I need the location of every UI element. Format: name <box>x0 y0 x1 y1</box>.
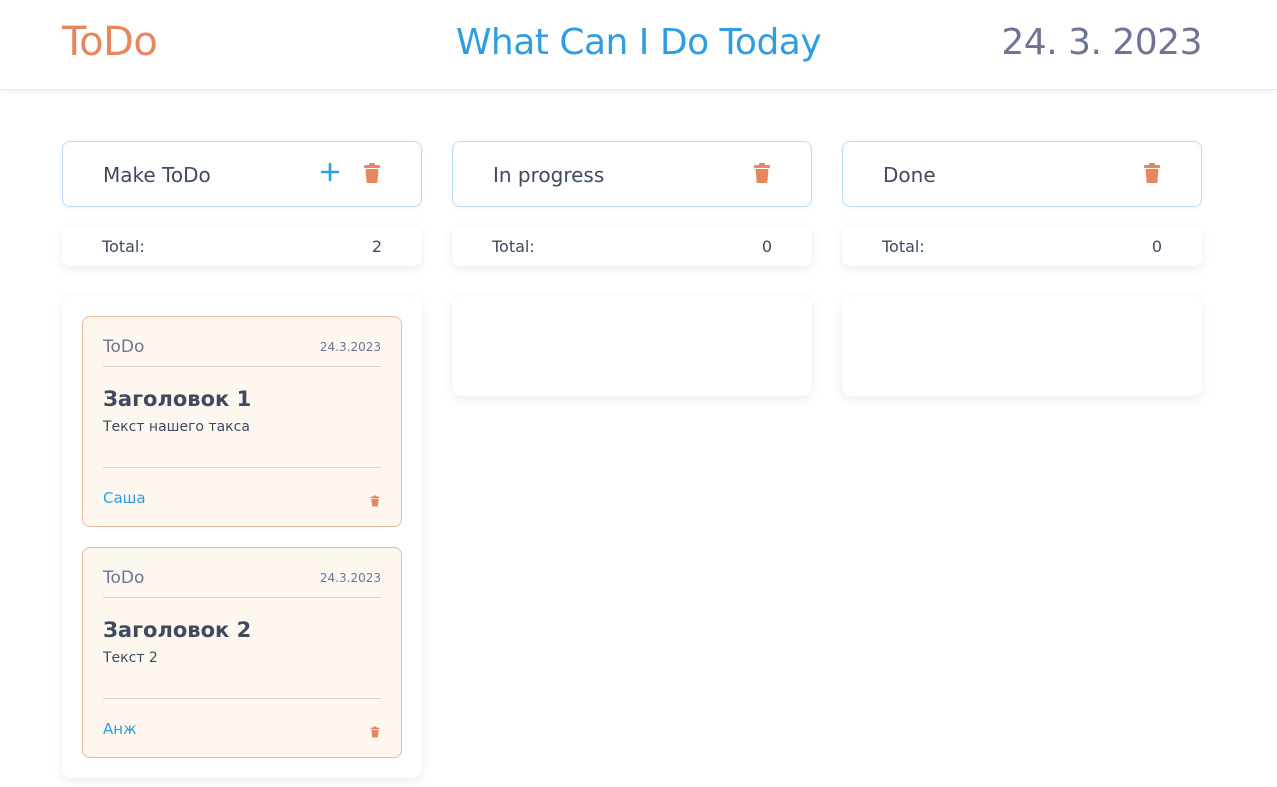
total-count: 0 <box>761 237 772 256</box>
column-make-todo: Make ToDo Total: 2 ToDo 24.3.2023 Заголо… <box>62 141 422 778</box>
app-header: ToDo What Can I Do Today 24. 3. 2023 <box>0 0 1277 90</box>
card-title: Заголовок 2 <box>103 618 252 642</box>
trash-icon[interactable] <box>369 723 381 738</box>
card-footer: Анж <box>103 698 381 758</box>
column-header: In progress <box>452 141 812 207</box>
card-date: 24.3.2023 <box>319 571 381 585</box>
column-title: In progress <box>493 163 605 187</box>
total-label: Total: <box>102 237 145 256</box>
task-card[interactable]: ToDo 24.3.2023 Заголовок 1 Текст нашего … <box>82 316 402 527</box>
card-text: Текст нашего такса <box>103 419 250 435</box>
current-date: 24. 3. 2023 <box>1001 22 1202 63</box>
total-label: Total: <box>492 237 535 256</box>
column-header: Done <box>842 141 1202 207</box>
card-list: ToDo 24.3.2023 Заголовок 1 Текст нашего … <box>62 296 422 778</box>
plus-icon[interactable] <box>319 161 341 183</box>
column-header: Make ToDo <box>62 141 422 207</box>
card-text: Текст 2 <box>103 650 158 666</box>
column-in-progress: In progress Total: 0 <box>452 141 812 396</box>
task-card[interactable]: ToDo 24.3.2023 Заголовок 2 Текст 2 Анж <box>82 547 402 758</box>
total-bar: Total: 2 <box>62 226 422 266</box>
column-title: Done <box>883 163 936 187</box>
card-date: 24.3.2023 <box>319 340 381 354</box>
column-title: Make ToDo <box>103 163 211 187</box>
card-author-link[interactable]: Анж <box>103 720 137 738</box>
card-author-link[interactable]: Саша <box>103 489 146 507</box>
column-done: Done Total: 0 <box>842 141 1202 396</box>
card-header: ToDo 24.3.2023 <box>103 548 381 598</box>
total-label: Total: <box>882 237 925 256</box>
trash-icon[interactable] <box>751 162 773 184</box>
card-status: ToDo <box>103 337 145 357</box>
card-list <box>452 296 812 396</box>
card-status: ToDo <box>103 568 145 588</box>
card-list <box>842 296 1202 396</box>
trash-icon[interactable] <box>369 492 381 507</box>
total-count: 0 <box>1151 237 1162 256</box>
card-title: Заголовок 1 <box>103 387 252 411</box>
trash-icon[interactable] <box>1141 162 1163 184</box>
card-header: ToDo 24.3.2023 <box>103 317 381 367</box>
total-count: 2 <box>371 237 382 256</box>
trash-icon[interactable] <box>361 162 383 184</box>
card-footer: Саша <box>103 467 381 527</box>
total-bar: Total: 0 <box>842 226 1202 266</box>
total-bar: Total: 0 <box>452 226 812 266</box>
